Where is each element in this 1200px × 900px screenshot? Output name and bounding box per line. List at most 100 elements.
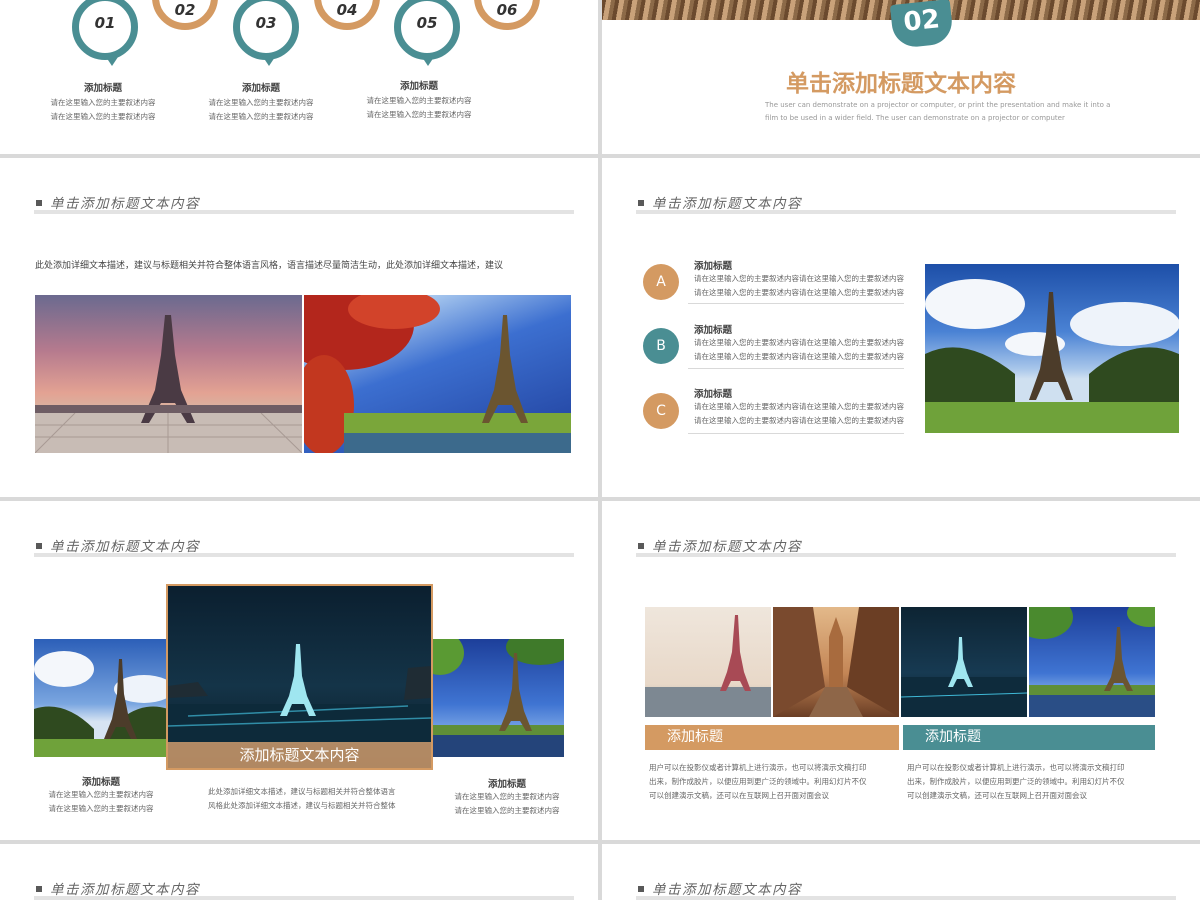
eiffel-park-photo [925,264,1179,433]
bullet-square-icon [36,543,42,549]
pin-03: 03 [233,0,299,74]
badge-c: C [643,393,679,429]
badge-a: A [643,264,679,300]
caption-desc: 风格此处添加详细文本描述，建议与标题相关并符合整体 [208,801,396,810]
item-a-text: 添加标题 请在这里输入您的主要叙述内容请在这里输入您的主要叙述内容 请在这里输入… [694,258,904,300]
slide-header: 单击添加标题文本内容 [638,192,802,212]
caption-desc: 请在这里输入您的主要叙述内容 [48,790,154,799]
item-divider [688,303,904,304]
pin-label: 添加标题 [83,83,122,94]
item-desc: 请在这里输入您的主要叙述内容请在这里输入您的主要叙述内容 [694,402,904,411]
bullet-square-icon [36,886,42,892]
section-number: 02 [902,4,942,38]
pin-06: 06 [474,0,540,34]
caption-desc: 请在这里输入您的主要叙述内容 [454,792,560,801]
caption-label: 添加标题 [81,777,120,788]
bullet-square-icon [36,200,42,206]
slide-partial-left[interactable]: 单击添加标题文本内容 [0,844,598,900]
slide-abc-list[interactable]: 单击添加标题文本内容 A 添加标题 请在这里输入您的主要叙述内容请在这里输入您的… [602,158,1200,497]
item-divider [688,433,904,434]
eiffel-pastel-photo [645,607,771,717]
caption-label: 添加标题 [487,779,526,790]
slide-header: 单击添加标题文本内容 [638,878,802,898]
section-badge: 02 [889,0,955,50]
eiffel-leaves-photo [430,639,564,757]
caption-desc: 此处添加详细文本描述，建议与标题相关并符合整体语言 [208,787,396,796]
column-desc: 出来，制作成胶片，以便应用到更广泛的领域中。利用幻灯片不仅 [649,777,867,786]
slide-gallery-three[interactable]: 单击添加标题文本内容 添加标题文本内容 添加标题 请在这里输入您的主要叙述内容 … [0,501,598,840]
title-bar-tan: 添加标题 [645,725,899,750]
item-b-text: 添加标题 请在这里输入您的主要叙述内容请在这里输入您的主要叙述内容 请在这里输入… [694,322,904,364]
slide-partial-right[interactable]: 单击添加标题文本内容 [602,844,1200,900]
header-divider [34,210,574,214]
slide-pins[interactable]: 01 02 03 04 05 06 添加标题 请在这里输入您的主要叙述内容 请在… [0,0,598,154]
pin-number: 01 [94,14,116,32]
pin-desc: 请在这里输入您的主要叙述内容 [50,112,156,121]
item-desc: 请在这里输入您的主要叙述内容请在这里输入您的主要叙述内容 [694,352,904,361]
item-desc: 请在这里输入您的主要叙述内容请在这里输入您的主要叙述内容 [694,416,904,425]
slide-header: 单击添加标题文本内容 [36,535,200,555]
section-title: 单击添加标题文本内容 [786,71,1016,97]
eiffel-blue-sky-photo [1029,607,1155,717]
column-desc: 可以创建演示文稿，还可以在互联网上召开面对面会议 [649,791,829,800]
eiffel-night-river-photo [901,607,1027,717]
header-divider [34,553,574,557]
caption-desc: 请在这里输入您的主要叙述内容 [454,806,560,815]
item-desc: 请在这里输入您的主要叙述内容请在这里输入您的主要叙述内容 [694,338,904,347]
pin-number: 03 [255,14,277,32]
pin-01-text: 添加标题 请在这里输入您的主要叙述内容 请在这里输入您的主要叙述内容 [48,80,158,124]
slide-header: 单击添加标题文本内容 [36,878,200,898]
bullet-square-icon [638,200,644,206]
column-1-text: 用户可以在投影仪或者计算机上进行演示，也可以将演示文稿打印 出来，制作成胶片，以… [649,761,867,803]
badge-b: B [643,328,679,364]
bullet-square-icon [638,543,644,549]
column-desc: 可以创建演示文稿，还可以在互联网上召开面对面会议 [907,791,1087,800]
slide-header: 单击添加标题文本内容 [638,535,802,555]
header-divider [636,210,1176,214]
pin-desc: 请在这里输入您的主要叙述内容 [50,98,156,107]
pin-number: 04 [336,1,358,19]
pin-04: 04 [314,0,380,34]
bullet-square-icon [638,886,644,892]
pin-01: 01 [72,0,138,74]
eiffel-autumn-photo [304,295,571,453]
section-desc: The user can demonstrate on a projector … [765,101,1111,109]
caption-desc: 请在这里输入您的主要叙述内容 [48,804,154,813]
center-caption: 此处添加详细文本描述，建议与标题相关并符合整体语言 风格此处添加详细文本描述，建… [208,785,396,813]
header-divider [636,553,1176,557]
paris-street-photo [773,607,899,717]
pin-05: 05 [394,0,460,74]
column-desc: 用户可以在投影仪或者计算机上进行演示，也可以将演示文稿打印 [649,763,867,772]
pin-number: 02 [174,1,196,19]
eiffel-sunset-photo [35,295,302,453]
column-desc: 出来，制作成胶片，以便应用到更广泛的领域中。利用幻灯片不仅 [907,777,1125,786]
pin-desc: 请在这里输入您的主要叙述内容 [366,110,472,119]
pin-number: 06 [496,1,518,19]
left-caption: 添加标题 请在这里输入您的主要叙述内容 请在这里输入您的主要叙述内容 [46,774,156,816]
item-label: 添加标题 [694,325,733,336]
photo-caption-bar: 添加标题文本内容 [168,742,431,768]
item-label: 添加标题 [694,389,733,400]
eiffel-night-photo: 添加标题文本内容 [166,584,433,770]
pin-desc: 请在这里输入您的主要叙述内容 [366,96,472,105]
column-2-text: 用户可以在投影仪或者计算机上进行演示，也可以将演示文稿打印 出来，制作成胶片，以… [907,761,1125,803]
eiffel-clouds-photo [34,639,168,757]
slide-two-photos[interactable]: 单击添加标题文本内容 此处添加详细文本描述，建议与标题相关并符合整体语言风格，语… [0,158,598,497]
item-c-text: 添加标题 请在这里输入您的主要叙述内容请在这里输入您的主要叙述内容 请在这里输入… [694,386,904,428]
header-divider [636,896,1176,900]
slide-section-02[interactable]: 02 单击添加标题文本内容 The user can demonstrate o… [602,0,1200,154]
photo-caption: 添加标题文本内容 [239,746,360,764]
slide-four-photos[interactable]: 单击添加标题文本内容 添加标题 添加标题 用户可以在投影仪或者计算机上进行演示，… [602,501,1200,840]
pin-desc: 请在这里输入您的主要叙述内容 [208,98,314,107]
item-divider [688,368,904,369]
item-desc: 请在这里输入您的主要叙述内容请在这里输入您的主要叙述内容 [694,288,904,297]
section-desc: film to be used in a wider field. The us… [765,114,1065,122]
title-bar-teal: 添加标题 [903,725,1155,750]
body-text: 此处添加详细文本描述，建议与标题相关并符合整体语言风格，语言描述尽量简洁生动，此… [35,261,504,271]
item-desc: 请在这里输入您的主要叙述内容请在这里输入您的主要叙述内容 [694,274,904,283]
pin-02: 02 [152,0,218,34]
pin-label: 添加标题 [399,81,438,92]
pin-label: 添加标题 [241,83,280,94]
pin-desc: 请在这里输入您的主要叙述内容 [208,112,314,121]
header-divider [34,896,574,900]
